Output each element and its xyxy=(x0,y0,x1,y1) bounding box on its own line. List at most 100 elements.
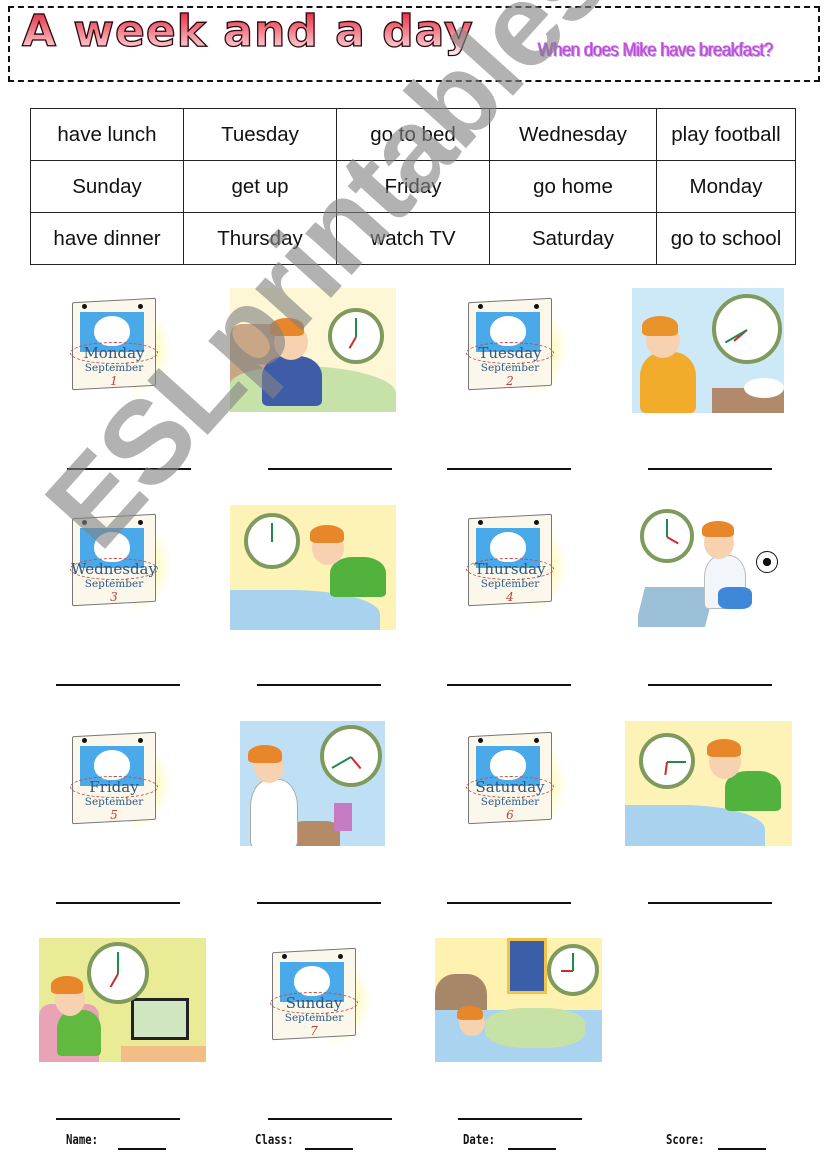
clock-icon xyxy=(320,725,382,787)
name-field[interactable] xyxy=(118,1148,166,1150)
calendar-date: 1 xyxy=(110,374,118,388)
answer-blank[interactable] xyxy=(648,468,772,470)
hour-hand xyxy=(666,536,679,545)
answer-blank[interactable] xyxy=(268,468,392,470)
calendar-day: Wednesday xyxy=(71,560,157,578)
answer-blank[interactable] xyxy=(257,684,381,686)
minute-hand xyxy=(117,952,119,974)
calendar-month: September xyxy=(84,796,144,808)
class-field[interactable] xyxy=(305,1148,353,1150)
answer-blank[interactable] xyxy=(56,902,180,904)
word-cell: get up xyxy=(183,160,337,213)
calendar-date: 6 xyxy=(506,808,514,822)
word-cell: go to school xyxy=(656,212,796,265)
have-dinner-scene xyxy=(625,721,792,846)
name-label: Name: xyxy=(66,1133,99,1148)
soccer-ball-icon xyxy=(756,551,778,573)
calendar-sunday: Sunday September 7 xyxy=(266,946,372,1050)
minute-hand xyxy=(355,317,357,337)
worksheet-subtitle: When does Mike have breakfast? xyxy=(538,40,773,61)
word-bank-row: Sunday get up Friday go home Monday xyxy=(30,160,796,213)
calendar-saturday: Saturday September 6 xyxy=(462,730,568,834)
calendar-month: September xyxy=(284,1012,344,1024)
go-to-bed-scene xyxy=(435,938,602,1062)
answer-blank[interactable] xyxy=(257,902,381,904)
word-cell: have dinner xyxy=(30,212,184,265)
answer-blank[interactable] xyxy=(447,684,571,686)
calendar-date: 3 xyxy=(110,590,118,604)
watch-tv-scene xyxy=(39,938,206,1062)
have-lunch-scene xyxy=(230,505,396,630)
answer-blank[interactable] xyxy=(648,684,772,686)
answer-blank[interactable] xyxy=(268,1118,392,1120)
go-to-school-scene xyxy=(632,288,784,413)
hour-hand xyxy=(350,756,362,770)
answer-blank[interactable] xyxy=(447,902,571,904)
word-bank-row: have dinner Thursday watch TV Saturday g… xyxy=(30,212,796,265)
calendar-month: September xyxy=(480,796,540,808)
tv-icon xyxy=(131,998,189,1040)
score-field[interactable] xyxy=(718,1148,766,1150)
worksheet-title: A week and a day xyxy=(21,6,474,57)
play-football-scene xyxy=(638,505,782,630)
calendar-month: September xyxy=(480,362,540,374)
calendar-day: Sunday xyxy=(285,994,343,1012)
word-cell: go to bed xyxy=(336,108,490,161)
answer-blank[interactable] xyxy=(56,1118,180,1120)
clock-icon xyxy=(640,509,694,563)
hour-hand xyxy=(664,761,668,776)
minute-hand xyxy=(572,953,574,971)
word-cell: Friday xyxy=(336,160,490,213)
date-label: Date: xyxy=(463,1133,496,1148)
calendar-day: Thursday xyxy=(474,560,546,578)
go-home-scene xyxy=(240,721,385,846)
word-cell: play football xyxy=(656,108,796,161)
minute-hand xyxy=(667,761,687,763)
word-cell: Monday xyxy=(656,160,796,213)
date-field[interactable] xyxy=(508,1148,556,1150)
word-cell: Saturday xyxy=(489,212,657,265)
minute-hand xyxy=(271,522,273,542)
clock-icon xyxy=(712,294,782,364)
word-cell: Sunday xyxy=(30,160,184,213)
word-cell: go home xyxy=(489,160,657,213)
calendar-day: Monday xyxy=(83,344,145,362)
minute-hand xyxy=(666,518,668,537)
word-cell: Wednesday xyxy=(489,108,657,161)
minute-hand xyxy=(725,329,748,344)
word-cell: have lunch xyxy=(30,108,184,161)
calendar-thursday: Thursday September 4 xyxy=(462,512,568,616)
word-cell: Tuesday xyxy=(183,108,337,161)
clock-icon xyxy=(547,944,599,996)
calendar-date: 5 xyxy=(110,808,118,822)
calendar-day: Tuesday xyxy=(478,344,542,362)
calendar-friday: Friday September 5 xyxy=(66,730,172,834)
answer-blank[interactable] xyxy=(67,468,191,470)
word-bank-row: have lunch Tuesday go to bed Wednesday p… xyxy=(30,108,796,161)
window-icon xyxy=(507,938,547,994)
hour-hand xyxy=(109,973,119,988)
calendar-month: September xyxy=(480,578,540,590)
calendar-day: Saturday xyxy=(475,778,545,796)
calendar-wednesday: Wednesday September 3 xyxy=(66,512,172,616)
clock-icon xyxy=(639,733,695,789)
answer-blank[interactable] xyxy=(56,684,180,686)
word-cell: watch TV xyxy=(336,212,490,265)
calendar-month: September xyxy=(84,362,144,374)
word-bank-table: have lunch Tuesday go to bed Wednesday p… xyxy=(30,108,796,265)
score-label: Score: xyxy=(666,1133,705,1148)
answer-blank[interactable] xyxy=(458,1118,582,1120)
calendar-day: Friday xyxy=(89,778,139,796)
clock-icon xyxy=(328,308,384,364)
answer-blank[interactable] xyxy=(447,468,571,470)
word-cell: Thursday xyxy=(183,212,337,265)
minute-hand xyxy=(331,756,352,769)
calendar-monday: Monday September 1 xyxy=(66,296,172,400)
hour-hand xyxy=(348,336,357,349)
clock-icon xyxy=(87,942,149,1004)
watermark: ESLprintables.com xyxy=(20,0,812,573)
answer-blank[interactable] xyxy=(648,902,772,904)
calendar-date: 4 xyxy=(506,590,514,604)
calendar-date: 2 xyxy=(506,374,514,388)
get-up-scene xyxy=(230,288,396,412)
